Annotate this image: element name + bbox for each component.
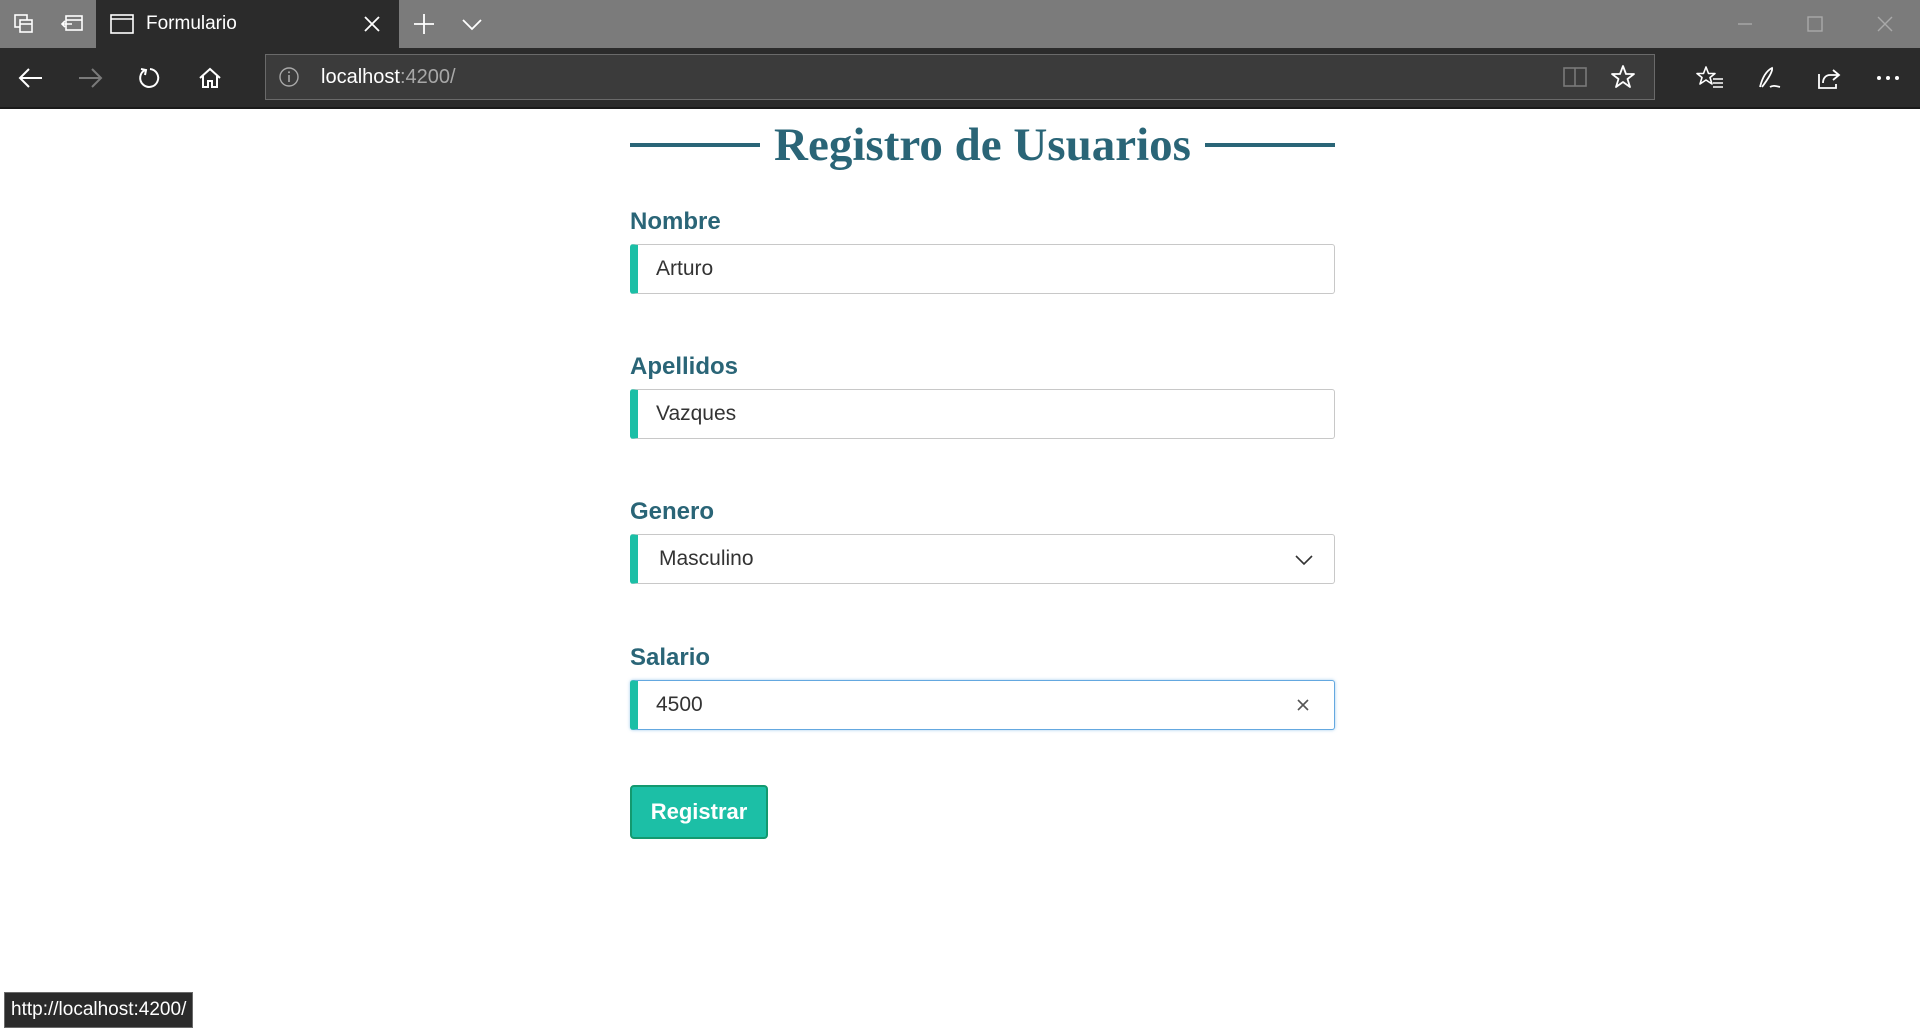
- genero-select[interactable]: Masculino: [630, 534, 1335, 584]
- salario-value: 4500: [656, 693, 703, 716]
- url-text[interactable]: localhost:4200/: [321, 66, 456, 89]
- tab-title: Formulario: [146, 13, 237, 34]
- nombre-value: Arturo: [656, 257, 714, 280]
- url-host: localhost: [321, 66, 400, 88]
- salario-label: Salario: [630, 644, 711, 671]
- field-salario: Salario 4500: [630, 644, 1335, 730]
- title-divider-right: [1204, 143, 1335, 147]
- apellidos-label: Apellidos: [630, 353, 739, 380]
- genero-label: Genero: [630, 498, 715, 525]
- genero-value: Masculino: [659, 547, 754, 570]
- navigation-bar: localhost:4200/: [0, 48, 1920, 109]
- tab-formulario[interactable]: Formulario: [96, 0, 399, 48]
- maximize-icon[interactable]: [1780, 0, 1850, 48]
- chevron-down-icon[interactable]: [1294, 550, 1314, 575]
- set-aside-tabs-icon[interactable]: [48, 0, 96, 48]
- tab-manager-icon[interactable]: [0, 0, 48, 48]
- nombre-input[interactable]: Arturo: [630, 244, 1335, 294]
- field-nombre: Nombre Arturo: [630, 208, 1335, 294]
- field-apellidos: Apellidos Vazques: [630, 353, 1335, 439]
- title-divider-left: [630, 143, 761, 147]
- apellidos-value: Vazques: [656, 402, 737, 425]
- chevron-down-icon[interactable]: [448, 0, 496, 48]
- nombre-label: Nombre: [630, 208, 721, 235]
- tab-page-icon: [110, 14, 134, 39]
- favorites-hub-icon[interactable]: [1688, 56, 1732, 100]
- forward-icon: [68, 56, 112, 100]
- info-icon[interactable]: [278, 66, 300, 93]
- form-title-row: Registro de Usuarios: [630, 110, 1335, 180]
- salario-input[interactable]: 4500: [630, 680, 1335, 730]
- apellidos-input[interactable]: Vazques: [630, 389, 1335, 439]
- back-icon[interactable]: [9, 56, 53, 100]
- registrar-button[interactable]: Registrar: [630, 785, 768, 839]
- page-content: Registro de Usuarios Nombre Arturo Apell…: [0, 110, 1920, 1034]
- close-icon[interactable]: [360, 12, 384, 36]
- favorite-star-icon[interactable]: [1610, 64, 1636, 95]
- more-icon[interactable]: [1866, 56, 1910, 100]
- tab-bar: Formulario: [0, 0, 1920, 48]
- share-icon[interactable]: [1806, 56, 1850, 100]
- minimize-icon[interactable]: [1710, 0, 1780, 48]
- page-title: Registro de Usuarios: [774, 119, 1191, 171]
- field-genero: Genero Masculino: [630, 498, 1335, 584]
- pen-icon[interactable]: [1747, 56, 1791, 100]
- window-close-icon[interactable]: [1850, 0, 1920, 48]
- clear-icon[interactable]: [1294, 696, 1312, 719]
- reading-view-icon[interactable]: [1562, 65, 1588, 94]
- new-tab-icon[interactable]: [400, 0, 448, 48]
- home-icon[interactable]: [188, 56, 232, 100]
- refresh-icon[interactable]: [128, 56, 172, 100]
- status-bar-url: http://localhost:4200/: [4, 992, 194, 1028]
- url-path: :4200/: [399, 66, 456, 88]
- address-bar[interactable]: localhost:4200/: [265, 54, 1655, 100]
